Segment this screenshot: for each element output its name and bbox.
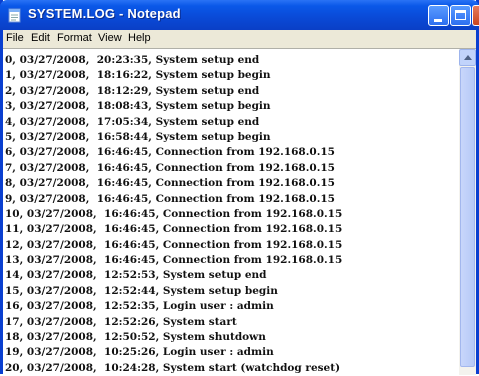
chevron-up-icon bbox=[464, 55, 472, 60]
scroll-thumb[interactable] bbox=[460, 67, 475, 367]
log-line: 19, 03/27/2008, 10:25:26, Login user : a… bbox=[5, 346, 274, 359]
log-line: 11, 03/27/2008, 16:46:45, Connection fro… bbox=[5, 223, 343, 236]
log-line: 7, 03/27/2008, 16:46:45, Connection from… bbox=[5, 161, 335, 174]
log-line: 3, 03/27/2008, 18:08:43, System setup be… bbox=[5, 100, 271, 113]
vertical-scrollbar[interactable] bbox=[459, 49, 476, 375]
log-line: 4, 03/27/2008, 17:05:34, System setup en… bbox=[5, 115, 260, 128]
log-line: 14, 03/27/2008, 12:52:53, System setup e… bbox=[5, 269, 267, 282]
minimize-button[interactable] bbox=[428, 5, 449, 26]
log-line: 1, 03/27/2008, 18:16:22, System setup be… bbox=[5, 69, 271, 82]
log-line: 12, 03/27/2008, 16:46:45, Connection fro… bbox=[5, 238, 343, 251]
log-line: 10, 03/27/2008, 16:46:45, Connection fro… bbox=[5, 207, 343, 220]
log-line: 0, 03/27/2008, 20:23:35, System setup en… bbox=[5, 54, 260, 66]
log-line: 16, 03/27/2008, 12:52:35, Login user : a… bbox=[5, 300, 274, 313]
menu-help[interactable]: Help bbox=[128, 32, 151, 44]
menu-file[interactable]: File bbox=[6, 32, 24, 44]
minimize-icon bbox=[434, 19, 442, 22]
log-line: 9, 03/27/2008, 16:46:45, Connection from… bbox=[5, 192, 335, 205]
menu-view[interactable]: View bbox=[98, 32, 122, 44]
scroll-up-button[interactable] bbox=[459, 49, 476, 66]
log-line: 6, 03/27/2008, 16:46:45, Connection from… bbox=[5, 146, 335, 159]
notepad-icon bbox=[8, 8, 21, 23]
log-line: 5, 03/27/2008, 16:58:44, System setup be… bbox=[5, 130, 271, 143]
log-line: 13, 03/27/2008, 16:46:45, Connection fro… bbox=[5, 254, 343, 267]
menu-format[interactable]: Format bbox=[57, 32, 92, 44]
log-line: 15, 03/27/2008, 12:52:44, System setup b… bbox=[5, 284, 278, 297]
maximize-icon bbox=[455, 10, 466, 20]
close-button[interactable] bbox=[472, 5, 479, 26]
notepad-window: SYSTEM.LOG - Notepad File Edit Format Vi… bbox=[0, 0, 479, 376]
log-line: 8, 03/27/2008, 16:46:45, Connection from… bbox=[5, 177, 335, 190]
maximize-button[interactable] bbox=[450, 5, 471, 26]
log-line: 18, 03/27/2008, 12:50:52, System shutdow… bbox=[5, 331, 266, 344]
title-bar[interactable]: SYSTEM.LOG - Notepad bbox=[0, 0, 479, 30]
menu-edit[interactable]: Edit bbox=[31, 32, 50, 44]
menu-bar: File Edit Format View Help bbox=[3, 30, 476, 48]
log-line: 17, 03/27/2008, 12:52:26, System start bbox=[5, 315, 237, 328]
log-lines: 0, 03/27/2008, 20:23:35, System setup en… bbox=[5, 53, 457, 376]
log-line: 2, 03/27/2008, 18:12:29, System setup en… bbox=[5, 84, 260, 97]
window-title: SYSTEM.LOG - Notepad bbox=[28, 6, 181, 21]
text-area[interactable]: 0, 03/27/2008, 20:23:35, System setup en… bbox=[3, 48, 476, 376]
